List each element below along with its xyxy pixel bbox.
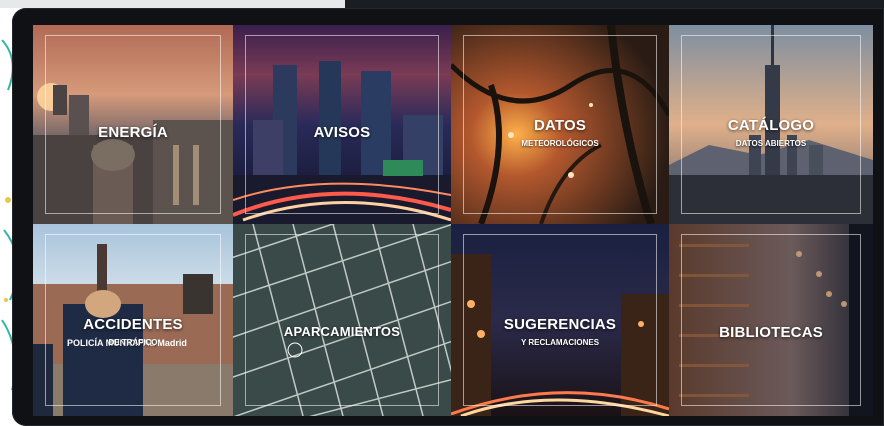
tile-subtitle: DATOS ABIERTOS bbox=[735, 139, 807, 148]
tile-accidentes[interactable]: POLICÍA MUNICIPAL Madrid ACCIDENTES DE T… bbox=[33, 224, 233, 416]
tile-title: APARCAMIENTOS bbox=[283, 324, 401, 339]
tile-catalogo[interactable]: CATÁLOGO DATOS ABIERTOS bbox=[669, 25, 873, 224]
tile-subtitle: Y RECLAMACIONES bbox=[520, 338, 600, 347]
tile-title: ACCIDENTES bbox=[83, 316, 183, 333]
tile-aparcamientos[interactable]: APARCAMIENTOS bbox=[233, 224, 451, 416]
tile-energia[interactable]: ENERGÍA bbox=[33, 25, 233, 224]
tile-border bbox=[245, 234, 439, 406]
tile-title: DATOS bbox=[533, 117, 587, 134]
tile-datos[interactable]: DATOS METEOROLÓGICOS bbox=[451, 25, 669, 224]
top-strip-dark bbox=[345, 0, 884, 8]
tile-title: BIBLIOTECAS bbox=[719, 324, 823, 341]
tile-title: SUGERENCIAS bbox=[503, 316, 617, 333]
tile-title: ENERGÍA bbox=[98, 124, 168, 141]
tile-subtitle: METEOROLÓGICOS bbox=[521, 139, 599, 148]
tile-avisos[interactable]: AVISOS bbox=[233, 25, 451, 224]
tile-sugerencias[interactable]: SUGERENCIAS Y RECLAMACIONES bbox=[451, 224, 669, 416]
tile-title: CATÁLOGO bbox=[727, 117, 815, 134]
tile-title: AVISOS bbox=[313, 124, 371, 141]
tile-border bbox=[681, 234, 861, 406]
category-grid: ENERGÍA AVISOS DATOS METEOROLÓGICOS CATÁ… bbox=[33, 25, 873, 416]
top-strip-light bbox=[0, 0, 345, 8]
tile-subtitle: DE TRÁFICO bbox=[108, 338, 158, 347]
tile-bibliotecas[interactable]: BIBLIOTECAS bbox=[669, 224, 873, 416]
